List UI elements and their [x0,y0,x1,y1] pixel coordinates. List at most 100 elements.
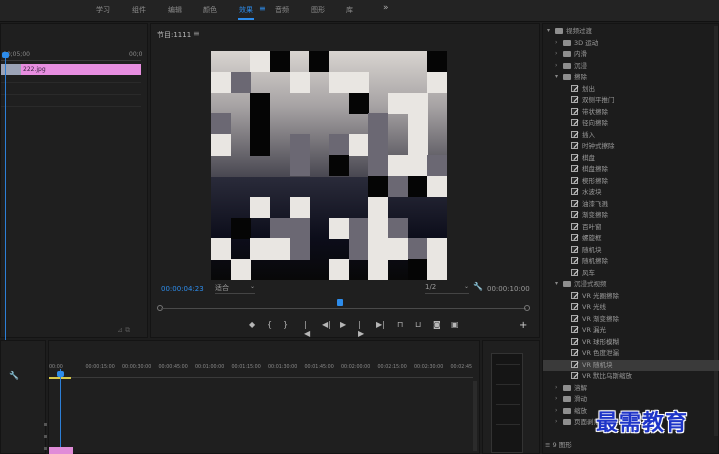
effects-preset[interactable]: 渐变擦除 [543,210,719,222]
transition-block [230,259,251,280]
effects-preset[interactable]: 时钟式擦除 [543,141,719,153]
transition-block [329,134,350,156]
workspace-tab[interactable]: 库 [346,5,353,15]
add-button[interactable]: + [519,320,527,331]
effects-folder[interactable]: ▾ 擦除 [543,72,719,84]
compare-button[interactable]: ▣ [451,320,459,329]
workspace-menu-icon[interactable]: ≡ [259,4,266,13]
effects-preset[interactable]: 百叶窗 [543,222,719,234]
chevron-right-icon[interactable]: › [555,407,557,414]
workspace-overflow-button[interactable]: » [383,3,389,13]
fit-dropdown[interactable]: 适合 ⌄ [215,283,255,294]
effects-folder[interactable]: › 溶解 [543,383,719,395]
extract-button[interactable]: ⊔ [415,320,421,329]
effects-preset[interactable]: 带状擦除 [543,107,719,119]
workspace-tab[interactable]: 编辑 [168,5,182,15]
timeline-ruler[interactable] [49,377,473,378]
effects-preset[interactable]: VR 色度泄漏 [543,348,719,360]
source-clip[interactable]: 222.jpg [21,64,141,75]
effects-preset[interactable]: 棋盘擦除 [543,164,719,176]
chevron-right-icon[interactable]: › [555,384,557,391]
program-title[interactable]: 节目:1111 [157,30,191,40]
go-to-out-button[interactable]: ▶| [376,320,385,329]
effects-preset[interactable]: 双侧平推门 [543,95,719,107]
source-playhead[interactable] [2,52,9,58]
transition-preset-icon [571,165,578,172]
effects-preset[interactable]: 楔形擦除 [543,176,719,188]
effects-preset[interactable]: 风车 [543,268,719,280]
effects-preset[interactable]: 径向擦除 [543,118,719,130]
effects-item-label: 油漆飞溅 [582,199,608,208]
effects-preset[interactable]: 螺旋框 [543,233,719,245]
timeline-scrollbar[interactable] [473,381,477,451]
effects-folder[interactable]: › 内滑 [543,49,719,61]
workspace-bar: » 学习 组件 编辑 颜色 效果 ≡ 音频 图形 库 [0,0,719,22]
chevron-down-icon[interactable]: ▾ [547,27,550,34]
step-back-button[interactable]: ◀| [322,320,331,329]
play-button[interactable]: ▶ [340,320,346,329]
chevron-right-icon[interactable]: › [555,62,557,69]
transition-block [270,217,291,239]
marker-button[interactable]: ◆ [249,320,255,329]
workspace-tab[interactable]: 学习 [96,5,110,15]
wrench-icon[interactable]: 🔧 [473,282,483,291]
effects-preset[interactable]: VR 默比乌斯缩放 [543,371,719,383]
chevron-right-icon[interactable]: › [555,50,557,57]
timeline-panel: 00:00 00:00:15:00 00:00:30:00 00:00:45:00 00… [48,340,480,454]
effects-preset[interactable]: 随机块 [543,245,719,257]
resolution-dropdown[interactable]: 1/2 ⌄ [425,283,469,294]
premiere-window: » 学习 组件 编辑 颜色 效果 ≡ 音频 图形 库 00;05;00 00;0 222.jpg… [0,0,719,454]
workspace-tab[interactable]: 音频 [275,5,289,15]
effects-preset[interactable]: VR 随机块 [543,359,719,371]
effects-footer: ≡ 9 图形 [545,441,572,449]
effects-folder[interactable]: ▾ 沉浸式视频 [543,279,719,291]
effects-preset[interactable]: VR 光圈擦除 [543,291,719,303]
export-frame-button[interactable]: ◙ [433,320,441,329]
wrench-icon[interactable]: 🔧 [9,371,19,380]
transition-preset-icon [571,257,578,264]
transition-block [427,259,447,280]
effects-preset[interactable]: 划出 [543,84,719,96]
chevron-right-icon[interactable]: › [555,395,557,402]
program-scrub-bar[interactable] [161,308,526,309]
out-point-button[interactable]: } [283,320,288,329]
go-to-in-button[interactable]: |◀ [304,320,310,338]
timeline-tick-label: 00:00 [49,365,63,370]
source-clip-thumb[interactable] [1,64,21,75]
video-preview[interactable] [211,51,447,280]
in-point-button[interactable]: { [267,320,272,329]
source-footer-icons[interactable]: ⊿ ⧉ [117,326,130,335]
lift-button[interactable]: ⊓ [397,320,403,329]
source-ruler[interactable] [1,60,141,61]
chevron-right-icon[interactable]: › [555,39,557,46]
scrub-end-handle[interactable] [524,305,530,311]
workspace-tab[interactable]: 颜色 [203,5,217,15]
effects-preset[interactable]: VR 光线 [543,302,719,314]
effects-preset[interactable]: 插入 [543,130,719,142]
workspace-tab[interactable]: 组件 [132,5,146,15]
effects-folder[interactable]: ▾ 视频过渡 [543,26,719,38]
timeline-clip[interactable] [49,447,73,454]
effects-item-label: 缩放 [574,406,587,415]
program-menu-icon[interactable]: ≡ [193,29,200,38]
effects-preset[interactable]: VR 漏光 [543,325,719,337]
effects-folder[interactable]: › 沉浸 [543,61,719,73]
step-forward-button[interactable]: |▶ [358,320,364,338]
effects-preset[interactable]: 棋盘 [543,153,719,165]
effects-preset[interactable]: 水波块 [543,187,719,199]
effects-folder[interactable]: › 3D 运动 [543,38,719,50]
effects-preset[interactable]: VR 渐变擦除 [543,314,719,326]
workspace-tab[interactable]: 图形 [311,5,325,15]
workspace-tab[interactable]: 效果 [239,5,253,15]
active-tab-underline [238,18,254,20]
effects-preset[interactable]: VR 球形模糊 [543,337,719,349]
effects-preset[interactable]: 油漆飞溅 [543,199,719,211]
effects-preset[interactable]: 随机擦除 [543,256,719,268]
chevron-right-icon[interactable]: › [555,418,557,425]
effects-folder[interactable]: › 滑动 [543,394,719,406]
timeline-playhead[interactable] [57,371,64,377]
chevron-down-icon[interactable]: ▾ [555,280,558,287]
chevron-down-icon[interactable]: ▾ [555,73,558,80]
program-playhead[interactable] [337,299,343,306]
program-current-timecode[interactable]: 00:00:04:23 [161,285,204,293]
